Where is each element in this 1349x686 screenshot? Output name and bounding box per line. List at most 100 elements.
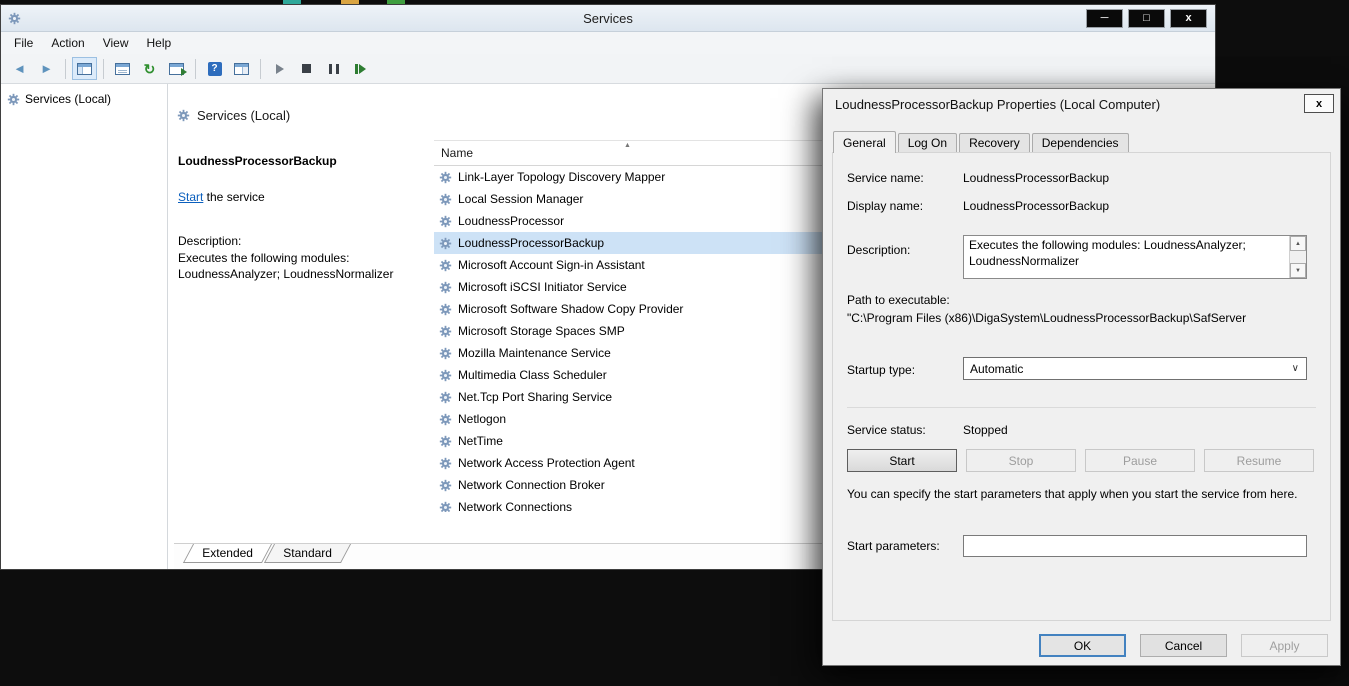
export-list-button[interactable] <box>164 57 189 80</box>
view-tab-extended[interactable]: Extended <box>183 544 272 563</box>
gear-icon <box>439 259 452 272</box>
start-parameters-hint: You can specify the start parameters tha… <box>847 486 1315 502</box>
pause-button[interactable]: Pause <box>1085 449 1195 472</box>
refresh-icon: ↻ <box>144 62 156 76</box>
gear-icon <box>439 391 452 404</box>
description-text: Executes the following modules: Loudness… <box>178 250 424 282</box>
service-row-label: Network Connections <box>458 500 572 512</box>
service-gear-icon <box>439 413 452 426</box>
minimize-button[interactable]: ─ <box>1086 9 1123 28</box>
service-gear-icon <box>439 237 452 250</box>
extended-view-button[interactable] <box>229 57 254 80</box>
service-gear-icon <box>439 369 452 382</box>
start-service-link[interactable]: Start <box>178 190 203 204</box>
service-row-label: Microsoft iSCSI Initiator Service <box>458 280 627 294</box>
show-console-tree-button[interactable] <box>72 57 97 80</box>
gear-icon <box>439 215 452 228</box>
service-row-label: Netlogon <box>458 412 506 426</box>
apply-button[interactable]: Apply <box>1241 634 1328 657</box>
service-gear-icon <box>439 479 452 492</box>
pause-service-button[interactable] <box>321 57 346 80</box>
dialog-tab-dependencies[interactable]: Dependencies <box>1032 133 1129 152</box>
start-parameters-input[interactable] <box>963 535 1307 557</box>
service-status-label: Service status: <box>847 423 963 437</box>
restart-service-button[interactable] <box>348 57 373 80</box>
gear-icon <box>439 413 452 426</box>
services-app-icon <box>8 12 21 25</box>
startup-type-select[interactable]: Automatic ∨ <box>963 357 1307 380</box>
start-button[interactable]: Start <box>847 449 957 472</box>
start-service-button[interactable] <box>267 57 292 80</box>
forward-button[interactable]: ► <box>34 57 59 80</box>
service-row-label: LoudnessProcessor <box>458 214 564 228</box>
service-row-label: Link-Layer Topology Discovery Mapper <box>458 170 665 184</box>
cancel-button[interactable]: Cancel <box>1140 634 1227 657</box>
service-name-label: Service name: <box>847 171 963 185</box>
display-name-label: Display name: <box>847 199 963 213</box>
title-bar[interactable]: Services ─ □ x <box>1 5 1215 32</box>
close-button[interactable]: x <box>1170 9 1207 28</box>
menu-item-help[interactable]: Help <box>138 33 181 53</box>
pause-service-icon <box>329 64 339 74</box>
service-name-value: LoudnessProcessorBackup <box>963 171 1109 185</box>
start-service-rest: the service <box>203 190 264 204</box>
caption-buttons: ─ □ x <box>1086 9 1207 28</box>
tree-item-services-local[interactable]: Services (Local) <box>1 90 167 108</box>
ok-button[interactable]: OK <box>1039 634 1126 657</box>
gear-icon <box>439 501 452 513</box>
resume-button[interactable]: Resume <box>1204 449 1314 472</box>
view-tab-standard[interactable]: Standard <box>264 544 351 563</box>
extended-view-icon <box>234 63 249 75</box>
general-tab-page: Service name: LoudnessProcessorBackup Di… <box>832 152 1331 621</box>
dialog-tab-general[interactable]: General <box>833 131 896 153</box>
stop-service-button[interactable] <box>294 57 319 80</box>
stop-button[interactable]: Stop <box>966 449 1076 472</box>
stop-service-icon <box>302 64 311 73</box>
dialog-tab-recovery[interactable]: Recovery <box>959 133 1030 152</box>
forward-icon: ► <box>40 62 53 75</box>
gear-icon <box>439 435 452 448</box>
description-input-text: Executes the following modules: Loudness… <box>964 236 1306 271</box>
back-button[interactable]: ◄ <box>7 57 32 80</box>
maximize-button[interactable]: □ <box>1128 9 1165 28</box>
service-row-label: Microsoft Storage Spaces SMP <box>458 324 625 338</box>
help-button[interactable]: ? <box>202 57 227 80</box>
service-gear-icon <box>439 259 452 272</box>
dialog-description-label: Description: <box>847 243 910 257</box>
dialog-tab-log-on[interactable]: Log On <box>898 133 957 152</box>
menu-item-file[interactable]: File <box>5 33 42 53</box>
properties-button[interactable] <box>110 57 135 80</box>
scroll-down-button[interactable]: ▼ <box>1290 263 1306 278</box>
service-gear-icon <box>439 435 452 448</box>
gear-icon <box>439 281 452 294</box>
start-service-line: Start the service <box>178 190 424 204</box>
sort-ascending-icon: ▲ <box>624 142 631 149</box>
dialog-title-bar[interactable]: LoudnessProcessorBackup Properties (Loca… <box>823 89 1340 119</box>
service-gear-icon <box>439 325 452 338</box>
refresh-button[interactable]: ↻ <box>137 57 162 80</box>
dialog-tabs: GeneralLog OnRecoveryDependencies <box>833 130 1131 152</box>
dialog-close-button[interactable]: x <box>1304 94 1334 113</box>
scroll-up-button[interactable]: ▲ <box>1290 236 1306 251</box>
start-parameters-label: Start parameters: <box>847 539 940 553</box>
pane-header-icon <box>177 109 190 122</box>
pane-header: Services (Local) <box>177 108 290 123</box>
description-scrollbar[interactable]: ▲ ▼ <box>1289 236 1306 278</box>
service-row-label: Mozilla Maintenance Service <box>458 346 611 360</box>
pane-header-title: Services (Local) <box>197 108 290 123</box>
gear-icon <box>7 93 20 106</box>
gear-icon <box>439 325 452 338</box>
console-tree-pane: Services (Local) <box>1 84 168 569</box>
service-row-label: Microsoft Software Shadow Copy Provider <box>458 302 683 316</box>
service-row-label: Network Connection Broker <box>458 478 605 492</box>
menu-item-action[interactable]: Action <box>42 33 93 53</box>
service-gear-icon <box>439 347 452 360</box>
service-status-row: Service status: Stopped <box>847 423 1008 437</box>
menu-item-view[interactable]: View <box>94 33 138 53</box>
window-title: Services <box>1 11 1215 26</box>
start-service-icon <box>276 64 284 74</box>
toolbar: ◄ ► ↻ ? <box>1 54 1215 84</box>
description-input[interactable]: Executes the following modules: Loudness… <box>963 235 1307 279</box>
gear-icon <box>439 347 452 360</box>
service-row-label: Local Session Manager <box>458 192 583 206</box>
